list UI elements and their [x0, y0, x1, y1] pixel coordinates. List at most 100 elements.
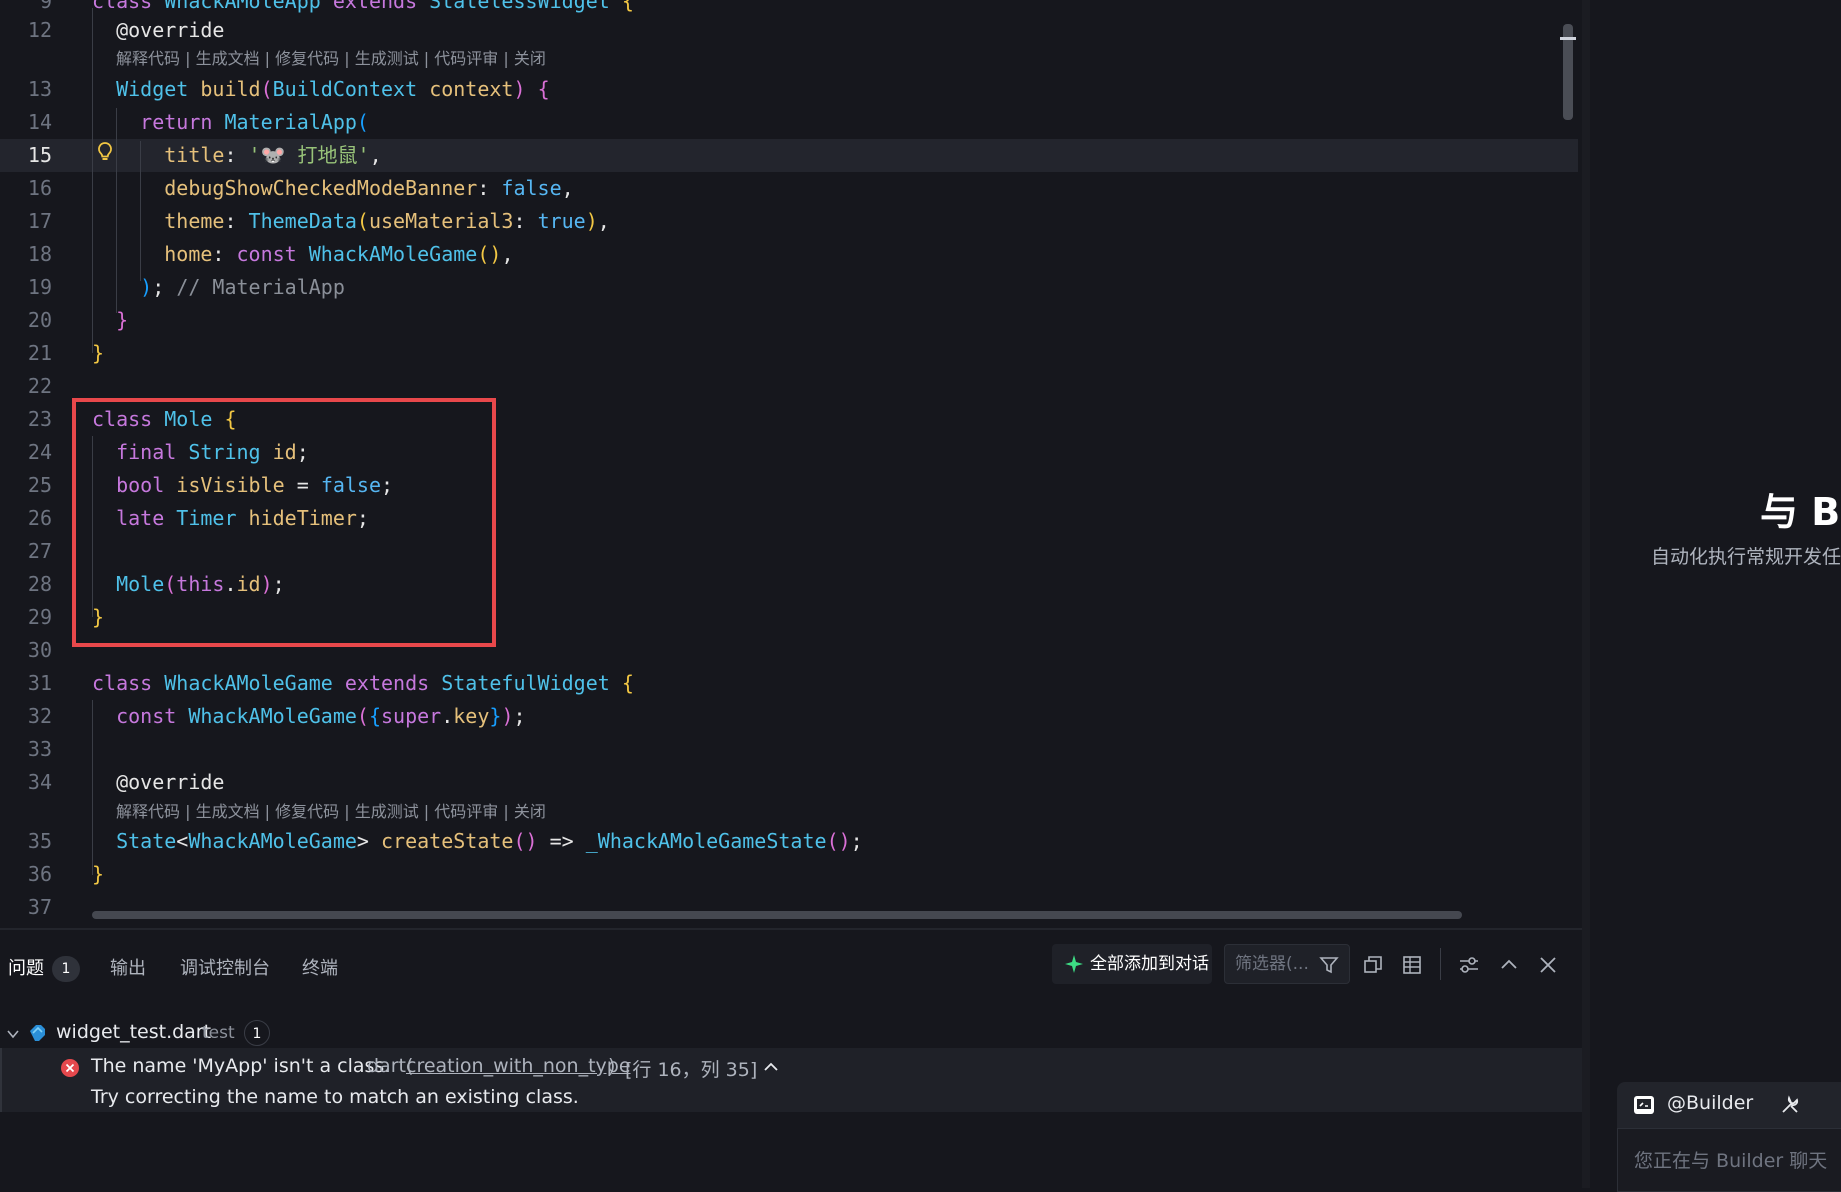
add-all-to-chat-button[interactable]: 全部添加到对话	[1052, 944, 1212, 984]
code-token: Widget	[92, 77, 201, 101]
code-token: const	[236, 242, 309, 266]
code-token: }	[92, 308, 129, 332]
tools-icon[interactable]	[1780, 1095, 1800, 1115]
ai-chat-pane: 与 Bu 自动化执行常规开发任 @Builder 您正在与 Builder 聊天	[1590, 0, 1841, 1192]
code-token: <	[176, 829, 189, 853]
code-token: WhackAMoleGame	[164, 671, 345, 695]
lightbulb-icon[interactable]	[95, 141, 115, 163]
code-token: State	[92, 829, 177, 853]
indent-guide	[116, 108, 117, 313]
codelens-actions[interactable]: 解释代码 | 生成文档 | 修复代码 | 生成测试 | 代码评审 | 关闭	[116, 797, 546, 827]
code-line[interactable]: 33	[0, 733, 1578, 766]
code-line[interactable]: 18 home: const WhackAMoleGame(),	[0, 238, 1578, 271]
agent-icon	[1634, 1096, 1654, 1114]
toolbar-separator	[1440, 948, 1441, 980]
code-line[interactable]: 14 return MaterialApp(	[0, 106, 1578, 139]
chat-welcome-subtitle: 自动化执行常规开发任	[1651, 546, 1841, 568]
error-message: The name 'MyApp' isn't a class.	[91, 1055, 391, 1077]
tab-output[interactable]: 输出	[110, 952, 146, 986]
indent-guide	[92, 700, 93, 875]
code-line[interactable]: 13 Widget build(BuildContext context) {	[0, 73, 1578, 106]
agent-selector[interactable]: @Builder	[1617, 1082, 1841, 1128]
code-token: :	[224, 143, 249, 167]
code-token: :	[212, 242, 237, 266]
code-token: )	[92, 275, 153, 299]
line-number: 17	[27, 209, 52, 233]
code-token: }	[489, 704, 502, 728]
code-token: super	[381, 704, 442, 728]
line-number: 33	[27, 737, 52, 761]
code-token: ThemeData	[248, 209, 357, 233]
tab-terminal[interactable]: 终端	[302, 952, 338, 986]
code-line[interactable]: 19 ); // MaterialApp	[0, 271, 1578, 304]
line-code: const WhackAMoleGame({super.key});	[92, 700, 526, 733]
sparkle-icon	[1065, 955, 1083, 973]
line-number: 28	[27, 572, 52, 596]
table-view-icon[interactable]	[1399, 952, 1425, 978]
code-line[interactable]: 21}	[0, 337, 1578, 370]
collapse-all-icon[interactable]	[1360, 952, 1386, 978]
error-code-link[interactable]: creation_with_non_type	[406, 1055, 631, 1077]
code-line[interactable]: 37	[0, 891, 1578, 924]
chevron-up-icon[interactable]	[762, 1058, 780, 1076]
code-token: StatelessWidget	[429, 0, 622, 13]
code-token: ,	[597, 209, 610, 233]
code-line[interactable]: 16 debugShowCheckedModeBanner: false,	[0, 172, 1578, 205]
close-icon[interactable]	[1535, 952, 1561, 978]
code-token: ;	[513, 704, 526, 728]
code-token: (	[356, 704, 369, 728]
tab-problems[interactable]: 问题	[8, 952, 44, 986]
code-token: .	[441, 704, 454, 728]
line-number: 21	[27, 341, 52, 365]
problem-file-name: widget_test.dart	[56, 1021, 212, 1043]
filter-icon[interactable]	[1319, 955, 1339, 975]
line-number: 23	[27, 407, 52, 431]
code-editor[interactable]: 9 class WhackAMoleApp extends StatelessWi…	[0, 0, 1578, 928]
scroll-position-marker	[1560, 37, 1576, 40]
sidebar-divider[interactable]	[1582, 0, 1590, 1188]
codelens-actions[interactable]: 解释代码 | 生成文档 | 修复代码 | 生成测试 | 代码评审 | 关闭	[116, 44, 546, 74]
filter-input[interactable]: 筛选器(...	[1224, 944, 1350, 984]
line-number: 20	[27, 308, 52, 332]
line-number: 29	[27, 605, 52, 629]
code-line[interactable]: 20 }	[0, 304, 1578, 337]
code-token: home	[92, 242, 213, 266]
settings-sliders-icon[interactable]	[1456, 952, 1482, 978]
code-token: :	[477, 176, 502, 200]
code-token: (	[260, 77, 273, 101]
code-line[interactable]: 36}	[0, 858, 1578, 891]
code-line[interactable]: 15 title: '🐭 打地鼠',	[0, 139, 1578, 172]
code-token: _WhackAMoleGameState	[585, 829, 827, 853]
code-token: =>	[537, 829, 586, 853]
indent-guide	[140, 141, 141, 281]
line-code: class WhackAMoleGame extends StatefulWid…	[92, 667, 634, 700]
error-icon	[61, 1059, 79, 1077]
code-token: // MaterialApp	[176, 275, 345, 299]
code-token: @override	[92, 18, 225, 42]
problem-item[interactable]: The name 'MyApp' isn't a class. dart( cr…	[0, 1048, 1582, 1112]
tab-debug-console[interactable]: 调试控制台	[180, 952, 270, 986]
code-token: ()	[477, 242, 502, 266]
code-token: ;	[152, 275, 177, 299]
chevron-down-icon[interactable]	[6, 1027, 20, 1041]
code-token: )	[585, 209, 598, 233]
chat-input[interactable]: 您正在与 Builder 聊天	[1617, 1128, 1841, 1192]
line-number: 26	[27, 506, 52, 530]
code-line[interactable]: 12 @override	[0, 14, 1578, 47]
code-line[interactable]: 17 theme: ThemeData(useMaterial3: true),	[0, 205, 1578, 238]
line-code: @override	[92, 766, 224, 799]
code-token: '🐭 打地鼠'	[248, 143, 370, 167]
code-line[interactable]: 35 State<WhackAMoleGame> createState() =…	[0, 825, 1578, 858]
code-token: class	[92, 0, 165, 13]
code-token: ,	[561, 176, 574, 200]
code-token: extends	[344, 671, 442, 695]
code-line[interactable]: 34 @override	[0, 766, 1578, 799]
code-token: :	[513, 209, 538, 233]
code-line[interactable]: 32 const WhackAMoleGame({super.key});	[0, 700, 1578, 733]
horizontal-scrollbar[interactable]	[92, 911, 1462, 919]
line-code: title: '🐭 打地鼠',	[92, 139, 381, 172]
line-code: State<WhackAMoleGame> createState() => _…	[92, 825, 863, 858]
chevron-up-icon[interactable]	[1496, 952, 1522, 978]
problem-file-row[interactable]: widget_test.dart test 1	[0, 1016, 1582, 1050]
code-line[interactable]: 31 class WhackAMoleGame extends StatefulW…	[0, 667, 1578, 700]
